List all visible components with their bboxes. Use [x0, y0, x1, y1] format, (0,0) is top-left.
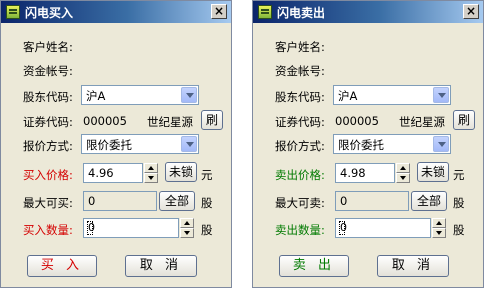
- quantity-unit: 股: [453, 223, 465, 237]
- buy-quantity-label: 买入数量:: [23, 223, 73, 237]
- stock-name: 世纪星源: [147, 115, 193, 129]
- buy-dialog: 闪电买入 × 客户姓名: 资金帐号: 股东代码: 沪A 证券代码: 000005…: [0, 0, 232, 288]
- all-button[interactable]: 全部: [411, 191, 447, 211]
- sell-quantity-value: 0: [340, 221, 347, 234]
- customer-name-label: 客户姓名:: [23, 40, 73, 54]
- price-stepper[interactable]: [144, 163, 158, 183]
- buy-price-label: 买入价格:: [23, 168, 73, 182]
- stepper-down-icon[interactable]: [180, 228, 194, 238]
- customer-name-label: 客户姓名:: [275, 40, 325, 54]
- dialog-title: 闪电卖出: [277, 6, 326, 20]
- stepper-up-icon[interactable]: [144, 163, 158, 173]
- max-buy-label: 最大可买:: [23, 196, 73, 210]
- sell-quantity-label: 卖出数量:: [275, 223, 325, 237]
- title-bar[interactable]: 闪电买入 ×: [1, 1, 231, 23]
- max-sell-field: 0: [335, 191, 409, 211]
- app-icon: [258, 5, 272, 19]
- close-button[interactable]: ×: [463, 4, 479, 19]
- quote-method-label: 报价方式:: [275, 139, 325, 153]
- fund-account-label: 资金帐号:: [23, 64, 73, 78]
- quote-method-value: 限价委托: [86, 138, 132, 152]
- refresh-button[interactable]: 刷: [453, 110, 475, 130]
- stepper-up-icon[interactable]: [432, 218, 446, 228]
- title-bar[interactable]: 闪电卖出 ×: [253, 1, 483, 23]
- lock-price-button[interactable]: 未锁: [417, 162, 449, 182]
- quantity-unit: 股: [201, 223, 213, 237]
- security-code-label: 证券代码:: [275, 115, 325, 129]
- shareholder-code-value: 沪A: [338, 89, 358, 103]
- cancel-button[interactable]: 取 消: [377, 255, 449, 277]
- price-unit: 元: [201, 168, 213, 182]
- dialog-title: 闪电买入: [25, 6, 74, 20]
- sell-price-value: 4.98: [340, 166, 366, 180]
- buy-price-input[interactable]: 4.96: [83, 163, 143, 183]
- max-buy-value: 0: [88, 194, 96, 208]
- stock-name: 世纪星源: [399, 115, 445, 129]
- buy-quantity-value: 0: [88, 221, 95, 234]
- quantity-stepper[interactable]: [180, 218, 194, 238]
- quote-method-value: 限价委托: [338, 138, 384, 152]
- stepper-up-icon[interactable]: [396, 163, 410, 173]
- max-sell-value: 0: [340, 194, 348, 208]
- sell-price-label: 卖出价格:: [275, 168, 325, 182]
- shareholder-code-value: 沪A: [86, 89, 106, 103]
- sell-button[interactable]: 卖 出: [279, 255, 349, 277]
- sell-price-input[interactable]: 4.98: [335, 163, 395, 183]
- quantity-stepper[interactable]: [432, 218, 446, 238]
- shareholder-code-label: 股东代码:: [23, 90, 73, 104]
- shareholder-code-select[interactable]: 沪A: [333, 85, 451, 105]
- all-button[interactable]: 全部: [159, 191, 195, 211]
- shareholder-code-select[interactable]: 沪A: [81, 85, 199, 105]
- stepper-down-icon[interactable]: [396, 173, 410, 183]
- quote-method-select[interactable]: 限价委托: [81, 134, 199, 154]
- buy-button[interactable]: 买 入: [27, 255, 97, 277]
- chevron-down-icon[interactable]: [433, 87, 449, 103]
- security-code-label: 证券代码:: [23, 115, 73, 129]
- price-stepper[interactable]: [396, 163, 410, 183]
- quote-method-label: 报价方式:: [23, 139, 73, 153]
- cancel-button[interactable]: 取 消: [125, 255, 197, 277]
- max-unit: 股: [453, 196, 465, 210]
- max-buy-field: 0: [83, 191, 157, 211]
- fund-account-label: 资金帐号:: [275, 64, 325, 78]
- chevron-down-icon[interactable]: [181, 87, 197, 103]
- security-code-value: 000005: [335, 114, 379, 128]
- shareholder-code-label: 股东代码:: [275, 90, 325, 104]
- app-icon: [6, 5, 20, 19]
- chevron-down-icon[interactable]: [433, 136, 449, 152]
- sell-quantity-input[interactable]: 0: [335, 218, 431, 238]
- lock-price-button[interactable]: 未锁: [165, 162, 197, 182]
- sell-dialog: 闪电卖出 × 客户姓名: 资金帐号: 股东代码: 沪A 证券代码: 000005…: [252, 0, 484, 288]
- buy-quantity-input[interactable]: 0: [83, 218, 179, 238]
- security-code-value: 000005: [83, 114, 127, 128]
- refresh-button[interactable]: 刷: [201, 110, 223, 130]
- chevron-down-icon[interactable]: [181, 136, 197, 152]
- close-button[interactable]: ×: [211, 4, 227, 19]
- stepper-up-icon[interactable]: [180, 218, 194, 228]
- max-unit: 股: [201, 196, 213, 210]
- max-sell-label: 最大可卖:: [275, 196, 325, 210]
- stepper-down-icon[interactable]: [144, 173, 158, 183]
- quote-method-select[interactable]: 限价委托: [333, 134, 451, 154]
- stepper-down-icon[interactable]: [432, 228, 446, 238]
- price-unit: 元: [453, 168, 465, 182]
- buy-price-value: 4.96: [88, 166, 114, 180]
